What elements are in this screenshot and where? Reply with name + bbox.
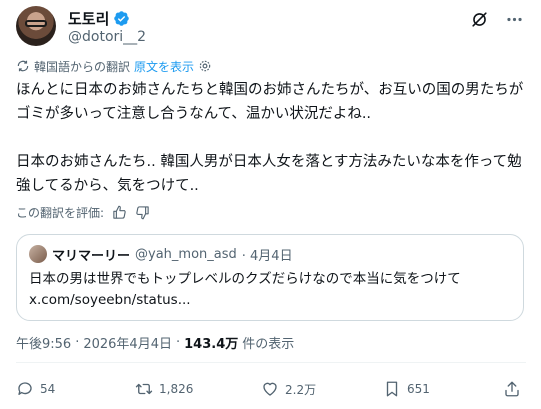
grok-icon[interactable] xyxy=(470,10,489,29)
reply-icon xyxy=(18,382,32,395)
repost-button[interactable]: 1,826 xyxy=(135,378,193,400)
avatar-glasses xyxy=(25,20,47,27)
rate-translation: この翻訳を評価: xyxy=(16,203,150,221)
tweet-header: 도토리 @dotori__2 xyxy=(16,6,528,50)
divider xyxy=(16,362,526,363)
tweet-paragraph: ほんとに日本のお姉さんたちと韓国のお姉さんたちが、お互いの国の男たちがゴミが多い… xyxy=(16,82,524,122)
bookmark-button[interactable]: 651 xyxy=(383,378,430,400)
repost-count: 1,826 xyxy=(159,382,194,396)
show-original-link[interactable]: 原文を表示 xyxy=(134,58,194,75)
action-bar: 54 1,826 2.2万 651 xyxy=(16,378,521,400)
translation-notice: 韓国語からの翻訳 原文を表示 xyxy=(16,57,212,75)
tweet-text: ほんとに日本のお姉さんたちと韓国のお姉さんたちが、お互いの国の男たちがゴミが多い… xyxy=(16,78,526,222)
verified-badge-icon xyxy=(114,10,130,26)
tweet-time[interactable]: 午後9:56 xyxy=(16,333,71,352)
quoted-text-line: 日本の男は世界でもトップレベルのクズだらけなので本当に気をつけて xyxy=(29,271,461,287)
author-avatar[interactable] xyxy=(16,6,56,46)
share-button[interactable] xyxy=(503,378,521,400)
reply-button[interactable]: 54 xyxy=(16,378,55,400)
tweet-meta: 午後9:56 · 2026年4月4日 · 143.4万 件の表示 xyxy=(16,333,295,352)
heart-icon xyxy=(263,382,277,396)
view-label: 件の表示 xyxy=(242,336,295,352)
quoted-link[interactable]: x.com/soyeebn/status... xyxy=(29,290,513,311)
header-actions xyxy=(470,10,524,29)
translation-label: 韓国語からの翻訳 xyxy=(34,59,131,74)
meta-separator: · xyxy=(75,334,80,350)
quoted-tweet-header: マリマーリー @yah_mon_asd · 4月4日 xyxy=(29,245,293,264)
rate-translation-label: この翻訳を評価: xyxy=(16,205,105,220)
meta-separator: · xyxy=(175,334,181,350)
more-icon[interactable] xyxy=(505,10,524,29)
quoted-author-name: マリマーリー xyxy=(52,248,131,264)
translate-icon xyxy=(17,60,29,72)
author-display-name[interactable]: 도토리 xyxy=(68,8,109,29)
thumbs-up-icon[interactable] xyxy=(112,205,127,220)
author-handle[interactable]: @dotori__2 xyxy=(68,29,146,45)
tweet-paragraph: 日本のお姉さんたち.. 韓国人男が日本人女を落とす方法みたいな本を作って勉強して… xyxy=(16,154,522,194)
bookmark-icon xyxy=(386,381,398,397)
reply-count: 54 xyxy=(40,382,56,396)
quoted-author-avatar xyxy=(29,245,47,263)
tweet-date[interactable]: 2026年4月4日 xyxy=(83,333,172,352)
quoted-tweet-text: 日本の男は世界でもトップレベルのクズだらけなので本当に気をつけて x.com/s… xyxy=(29,269,513,311)
author-name-row: 도토리 xyxy=(68,8,130,28)
quoted-tweet[interactable]: マリマーリー @yah_mon_asd · 4月4日 日本の男は世界でもトップレ… xyxy=(16,234,524,321)
quoted-author-handle: @yah_mon_asd xyxy=(135,246,237,262)
share-icon xyxy=(505,381,519,397)
view-count: 143.4万 xyxy=(184,336,239,352)
settings-gear-icon[interactable] xyxy=(198,59,212,73)
bookmark-count: 651 xyxy=(407,382,430,396)
like-button[interactable]: 2.2万 xyxy=(261,378,316,400)
thumbs-down-icon[interactable] xyxy=(135,205,150,220)
like-count: 2.2万 xyxy=(285,382,317,397)
repost-icon xyxy=(135,383,153,395)
quoted-tweet-date: · 4月4日 xyxy=(241,248,293,264)
